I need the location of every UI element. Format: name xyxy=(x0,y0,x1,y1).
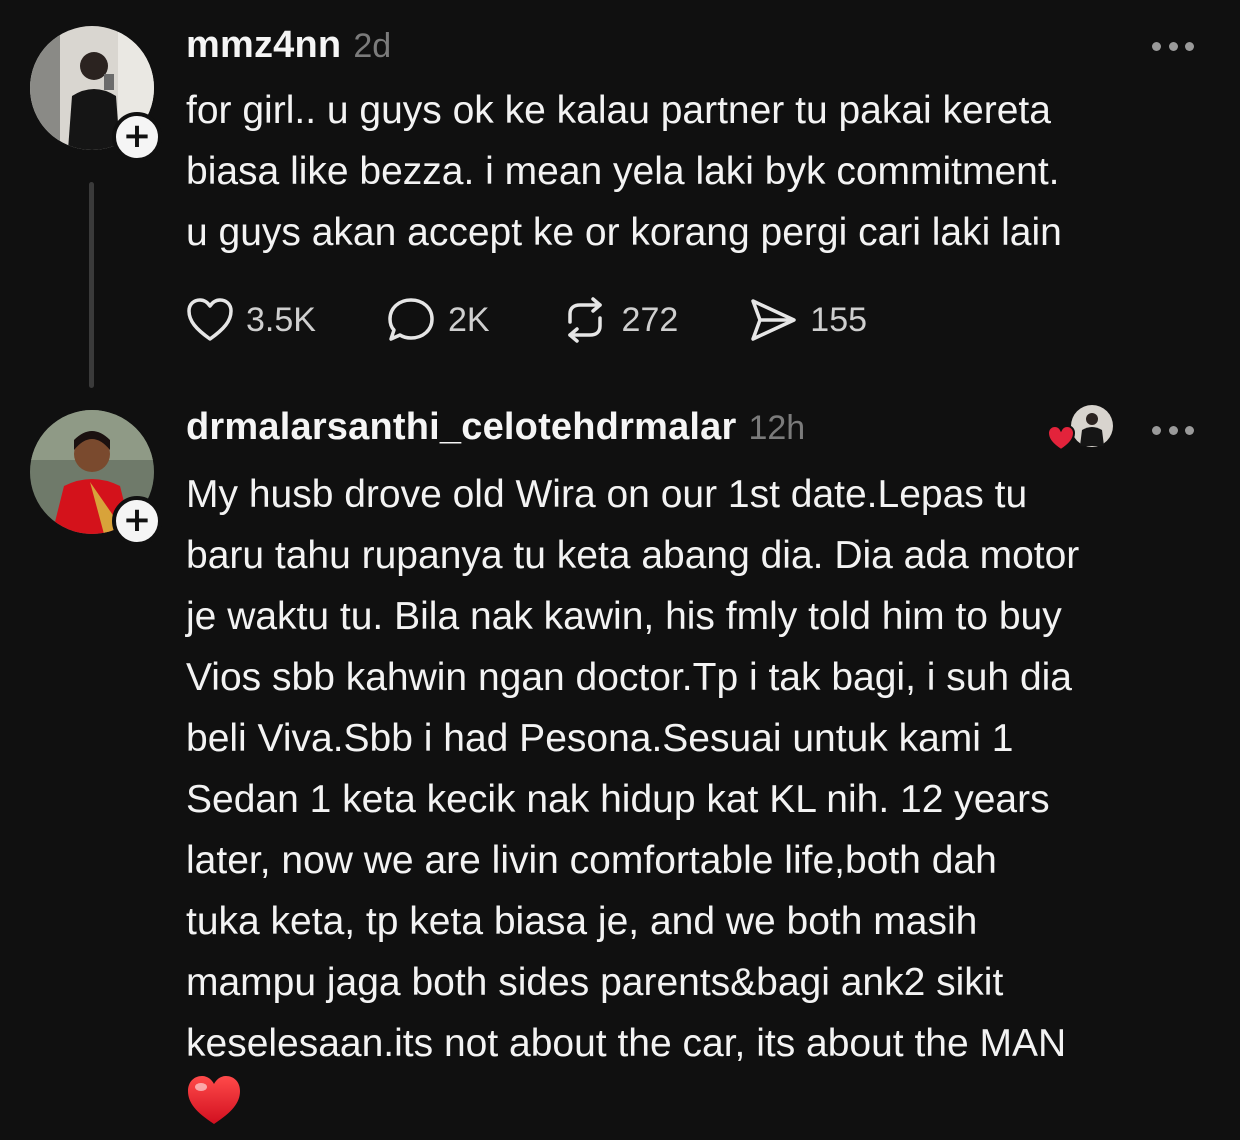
post-line: My husb drove old Wira on our 1st date.L… xyxy=(186,473,1028,516)
post-text: My husb drove old Wira on our 1st date.L… xyxy=(186,464,1216,1074)
post-line: keselesaan.its not about the car, its ab… xyxy=(186,1022,1067,1065)
follow-button[interactable]: + xyxy=(112,112,162,162)
red-heart-badge-icon xyxy=(1046,424,1076,452)
post-line: Vios sbb kahwin ngan doctor.Tp i tak bag… xyxy=(186,656,1072,699)
post-line: for girl.. u guys ok ke kalau partner tu… xyxy=(186,89,1051,132)
heart-outline-icon xyxy=(187,298,233,341)
post-line: baru tahu rupanya tu keta abang dia. Dia… xyxy=(186,534,1080,577)
repost-arrows-icon xyxy=(567,297,602,343)
post-line: biasa like bezza. i mean yela laki byk c… xyxy=(186,150,1060,193)
like-count: 3.5K xyxy=(246,300,316,339)
thread-line xyxy=(89,182,94,388)
post-line: u guys akan accept ke or korang pergi ca… xyxy=(186,211,1062,254)
post-line: later, now we are livin comfortable life… xyxy=(186,839,997,882)
red-heart-emoji-icon xyxy=(188,1076,240,1124)
post-drmalarsanthi: + drmalarsanthi_celotehdrmalar 12h My hu… xyxy=(0,404,1240,1140)
repost-count: 272 xyxy=(621,300,679,339)
author-liked-indicator[interactable] xyxy=(1046,404,1116,456)
post-line: beli Viva.Sbb i had Pesona.Sesuai untuk … xyxy=(186,717,1014,760)
post-mmz4nn: + mmz4nn 2d for girl.. u guys ok ke kala… xyxy=(0,0,1240,400)
username[interactable]: drmalarsanthi_celotehdrmalar xyxy=(186,406,736,449)
liker-avatar xyxy=(1071,405,1113,447)
more-options-button[interactable] xyxy=(1152,40,1194,52)
more-horizontal-icon xyxy=(1152,41,1161,51)
plus-icon: + xyxy=(122,115,152,156)
speech-bubble-icon xyxy=(388,298,434,341)
share-count: 155 xyxy=(810,300,868,339)
timestamp: 2d xyxy=(353,27,392,65)
timestamp: 12h xyxy=(748,409,806,447)
repost-button[interactable]: 272 xyxy=(560,296,679,344)
post-header: drmalarsanthi_celotehdrmalar 12h xyxy=(186,406,805,449)
share-button[interactable]: 155 xyxy=(748,296,867,344)
post-line: mampu jaga both sides parents&bagi ank2 … xyxy=(186,961,1004,1004)
username[interactable]: mmz4nn xyxy=(186,24,341,67)
plus-icon: + xyxy=(122,499,152,540)
post-text: for girl.. u guys ok ke kalau partner tu… xyxy=(186,80,1216,263)
comment-button[interactable]: 2K xyxy=(386,296,490,344)
comment-count: 2K xyxy=(447,300,490,339)
like-button[interactable]: 3.5K xyxy=(186,297,316,343)
action-bar: 3.5K 2K 272 155 xyxy=(186,296,937,344)
post-header: mmz4nn 2d xyxy=(186,24,391,67)
post-line: tuka keta, tp keta biasa je, and we both… xyxy=(186,900,978,943)
follow-button[interactable]: + xyxy=(112,496,162,546)
more-horizontal-icon xyxy=(1152,425,1161,435)
more-options-button[interactable] xyxy=(1152,424,1194,436)
send-arrow-icon xyxy=(751,299,797,341)
post-line: je waktu tu. Bila nak kawin, his fmly to… xyxy=(186,595,1062,638)
post-line: Sedan 1 keta kecik nak hidup kat KL nih.… xyxy=(186,778,1050,821)
